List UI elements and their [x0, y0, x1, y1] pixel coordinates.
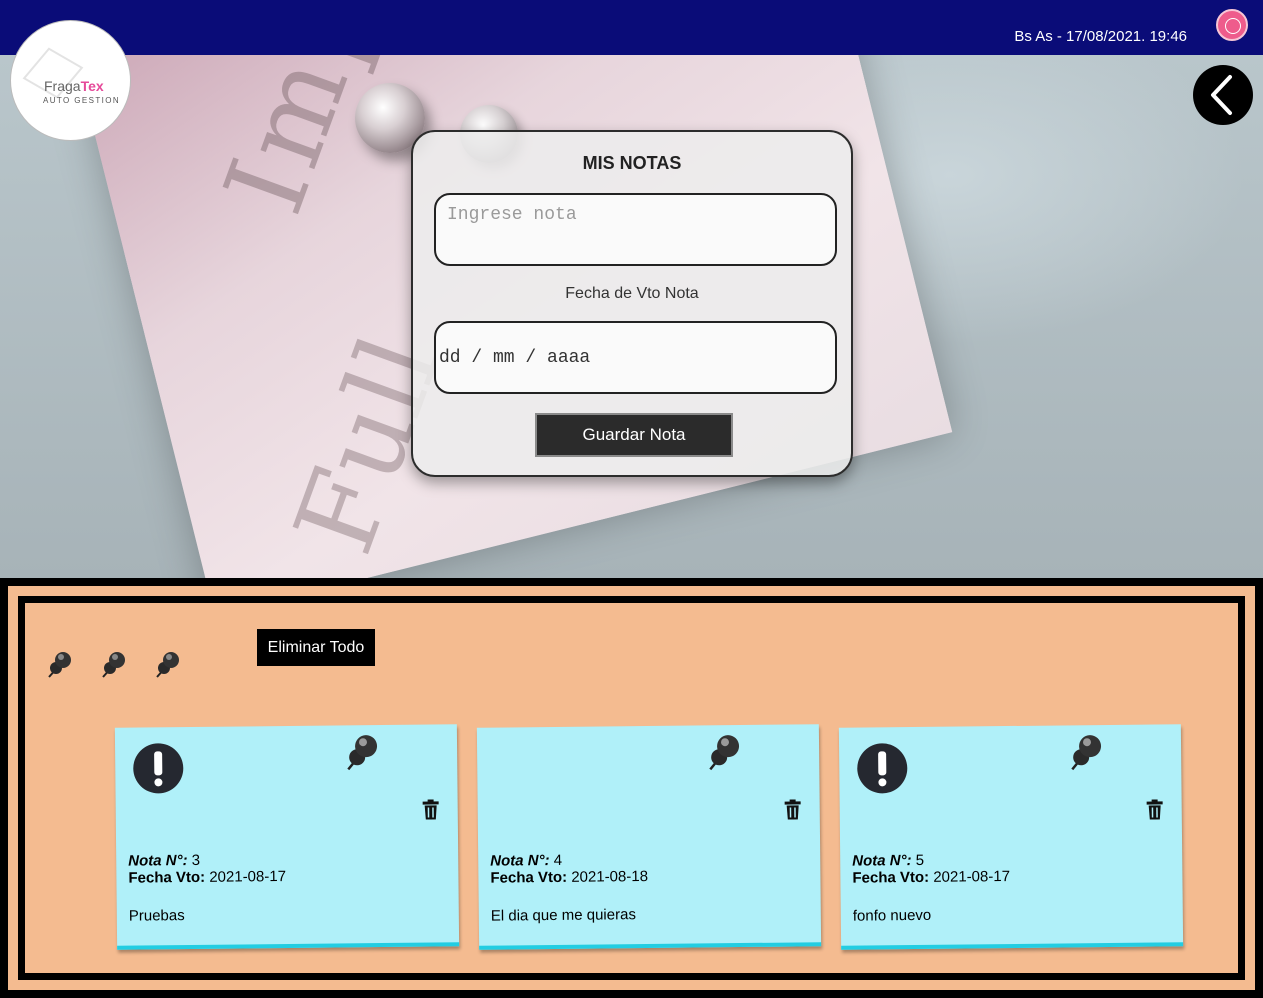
logo-brand-b: Tex: [80, 78, 104, 94]
alert-icon: [857, 743, 908, 794]
header-datetime: Bs As - 17/08/2021. 19:46: [1014, 28, 1187, 45]
logo-brand: FragaTex: [44, 78, 104, 94]
note-due-label: Fecha Vto:: [852, 868, 930, 887]
note-card: Nota N°: 5 Fecha Vto: 2021-08-17 fonfo n…: [838, 724, 1184, 950]
trash-icon[interactable]: [1146, 799, 1164, 820]
alert-icon: [133, 743, 184, 794]
date-placeholder: dd / mm / aaaa: [439, 347, 591, 368]
note-number-label: Nota N°:: [128, 852, 188, 870]
board-surface: Eliminar Todo Nota N°: 3 Fecha Vto: 2021…: [28, 606, 1235, 970]
pushpin-icon: [156, 652, 179, 678]
note-due-label: Fecha Vto:: [128, 868, 206, 887]
note-number-value: 4: [553, 851, 563, 869]
power-icon[interactable]: [1216, 9, 1248, 41]
trash-icon[interactable]: [422, 799, 440, 820]
form-title: MIS NOTAS: [582, 153, 682, 173]
board-frame: Eliminar Todo Nota N°: 3 Fecha Vto: 2021…: [8, 586, 1255, 990]
note-text: El dia que me quieras: [490, 906, 636, 925]
note-due-line: Fecha Vto: 2021-08-18: [490, 868, 648, 887]
note-input[interactable]: [434, 193, 837, 266]
save-note-button[interactable]: Guardar Nota: [535, 413, 733, 457]
note-due-label: Fecha Vto:: [490, 868, 568, 887]
note-number-line: Nota N°: 3: [128, 852, 200, 870]
note-number-line: Nota N°: 4: [490, 852, 562, 870]
pushpin-icon: [102, 652, 125, 678]
note-number-label: Nota N°:: [852, 852, 912, 870]
note-due-line: Fecha Vto: 2021-08-17: [852, 868, 1010, 887]
note-due-value: 2021-08-18: [571, 868, 649, 886]
logo-brand-a: Fraga: [44, 78, 81, 94]
delete-all-button[interactable]: Eliminar Todo: [257, 629, 375, 666]
note-number-label: Nota N°:: [490, 852, 550, 870]
note-number-value: 5: [915, 851, 925, 869]
note-due-line: Fecha Vto: 2021-08-17: [128, 868, 286, 887]
pushpin-icon: [48, 652, 71, 678]
logo-subtitle: AUTO GESTION: [43, 96, 121, 105]
note-due-value: 2021-08-17: [209, 868, 287, 886]
notes-form: MIS NOTAS Fecha de Vto Nota dd / mm / aa…: [411, 130, 853, 477]
back-button[interactable]: [1193, 65, 1253, 125]
board-inner-border: Eliminar Todo Nota N°: 3 Fecha Vto: 2021…: [18, 596, 1245, 980]
date-label: Fecha de Vto Nota: [565, 285, 699, 302]
note-number-value: 3: [191, 851, 201, 869]
pushpin-icon: [347, 735, 378, 771]
note-card: Nota N°: 4 Fecha Vto: 2021-08-18 El dia …: [476, 724, 822, 950]
pushpin-icon: [709, 735, 740, 771]
pushpin-icon: [1071, 735, 1102, 771]
back-chevron-icon: [1211, 75, 1232, 115]
top-bar: Bs As - 17/08/2021. 19:46: [0, 0, 1263, 55]
note-text: Pruebas: [128, 907, 185, 925]
notes-board: Eliminar Todo Nota N°: 3 Fecha Vto: 2021…: [0, 578, 1263, 998]
note-text: fonfo nuevo: [852, 906, 932, 925]
note-due-value: 2021-08-17: [933, 868, 1011, 886]
fragatex-logo[interactable]: FragaTex AUTO GESTION: [10, 20, 131, 141]
note-card: Nota N°: 3 Fecha Vto: 2021-08-17 Pruebas: [114, 724, 460, 950]
note-number-line: Nota N°: 5: [852, 852, 924, 870]
trash-icon[interactable]: [784, 799, 802, 820]
due-date-input[interactable]: dd / mm / aaaa: [434, 321, 837, 394]
